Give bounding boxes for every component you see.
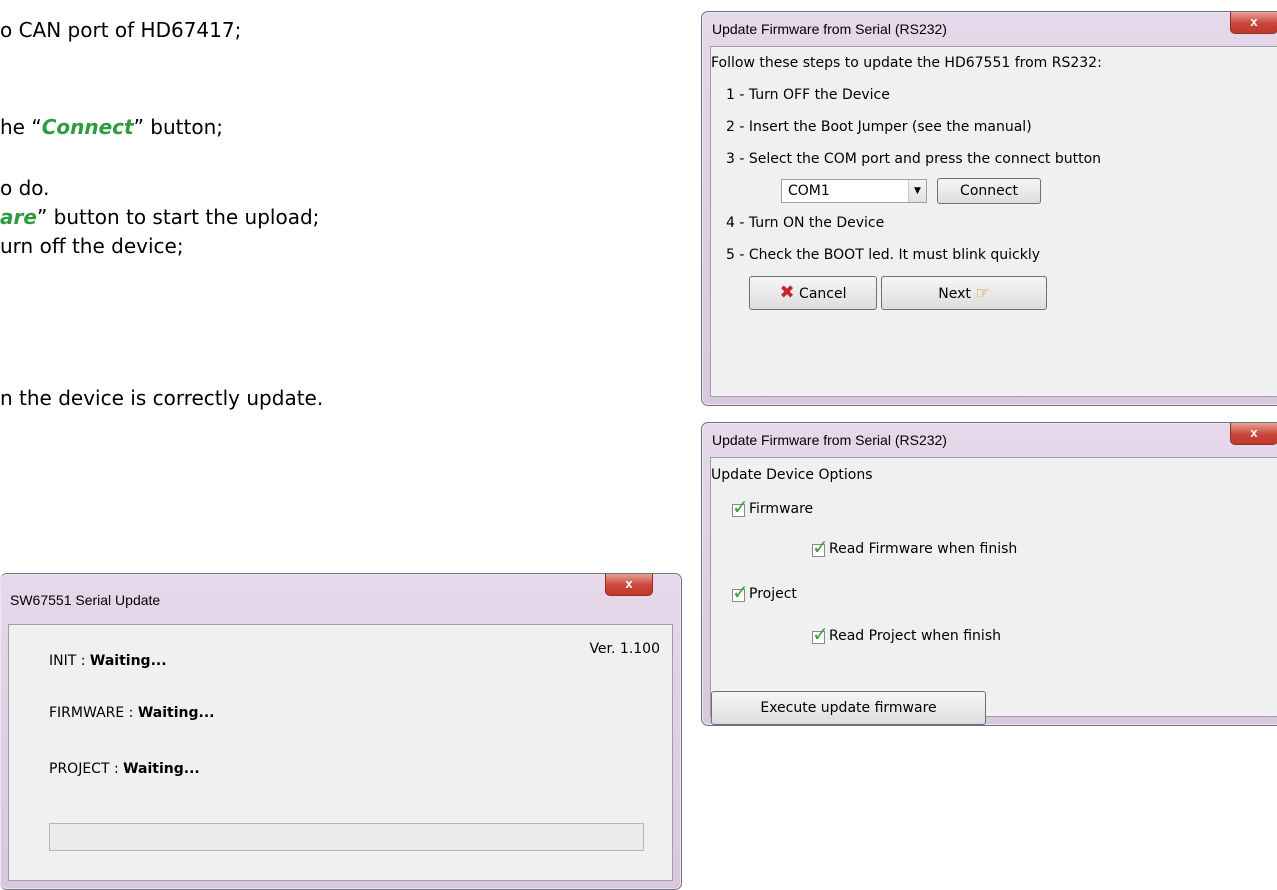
progress-bar bbox=[49, 823, 644, 851]
init-label: INIT : bbox=[49, 653, 90, 669]
read-project-checkbox[interactable]: ✓ bbox=[812, 624, 829, 644]
doc-line-3: o do. bbox=[0, 176, 50, 200]
doc-line-2: he “Connect” button; bbox=[0, 115, 223, 139]
firmware-row: FIRMWARE : Waiting... bbox=[49, 705, 214, 721]
close-icon: x bbox=[1250, 425, 1258, 440]
window-body: Follow these steps to update the HD67551… bbox=[710, 46, 1277, 397]
pointing-hand-icon: ☞ bbox=[975, 283, 990, 302]
doc-line-2-highlight: Connect bbox=[41, 115, 134, 139]
com-port-select[interactable]: COM1 ▼ bbox=[781, 179, 927, 203]
connect-button[interactable]: Connect bbox=[937, 178, 1041, 204]
check-icon: ✓ bbox=[812, 535, 829, 559]
project-checkbox[interactable]: ✓ bbox=[732, 582, 749, 602]
close-button[interactable]: x bbox=[1230, 12, 1277, 34]
firmware-label: FIRMWARE : bbox=[49, 705, 138, 721]
firmware-status: Waiting... bbox=[137, 705, 215, 721]
next-label: Next bbox=[938, 286, 971, 302]
read-project-label: Read Project when finish bbox=[829, 628, 1001, 644]
next-button[interactable]: Next ☞ bbox=[881, 276, 1047, 310]
serial-update-window: SW67551 Serial Update x Ver. 1.100 INIT … bbox=[0, 573, 682, 890]
doc-line-2-post: ” button; bbox=[133, 115, 224, 139]
doc-line-4: are” button to start the upload; bbox=[0, 205, 319, 229]
project-row: PROJECT : Waiting... bbox=[49, 761, 200, 777]
window-body: Update Device Options ✓ Firmware ✓ Read … bbox=[710, 457, 1277, 725]
close-icon: x bbox=[1250, 14, 1258, 29]
cancel-button[interactable]: ✖ Cancel bbox=[749, 276, 877, 310]
window-title: Update Firmware from Serial (RS232) bbox=[712, 432, 947, 448]
window-title: Update Firmware from Serial (RS232) bbox=[712, 21, 947, 37]
init-row: INIT : Waiting... bbox=[49, 653, 167, 669]
step-5: 5 - Check the BOOT led. It must blink qu… bbox=[726, 247, 1041, 263]
project-status: Waiting... bbox=[123, 761, 200, 777]
init-status: Waiting... bbox=[89, 653, 167, 669]
doc-line-4-post: ” button to start the upload; bbox=[36, 205, 320, 229]
window-title: SW67551 Serial Update bbox=[10, 592, 161, 608]
execute-update-button[interactable]: Execute update firmware bbox=[711, 691, 986, 725]
title-bar[interactable]: SW67551 Serial Update x bbox=[0, 574, 681, 608]
doc-line-4-highlight: are bbox=[0, 205, 37, 229]
options-heading: Update Device Options bbox=[711, 467, 873, 483]
check-icon: ✓ bbox=[732, 580, 749, 604]
step-1: 1 - Turn OFF the Device bbox=[726, 87, 890, 103]
project-label: Project bbox=[749, 586, 797, 602]
chevron-down-icon[interactable]: ▼ bbox=[908, 180, 926, 202]
update-options-window: Update Firmware from Serial (RS232) x Up… bbox=[701, 422, 1277, 726]
firmware-label: Firmware bbox=[749, 501, 814, 517]
doc-line-2-pre: he “ bbox=[0, 115, 42, 139]
read-firmware-checkbox[interactable]: ✓ bbox=[812, 537, 829, 557]
firmware-checkbox[interactable]: ✓ bbox=[732, 497, 749, 517]
check-icon: ✓ bbox=[812, 622, 829, 646]
step-4: 4 - Turn ON the Device bbox=[726, 215, 885, 231]
check-icon: ✓ bbox=[732, 495, 749, 519]
com-port-value: COM1 bbox=[788, 183, 830, 199]
close-icon: x bbox=[625, 576, 633, 591]
intro-text: Follow these steps to update the HD67551… bbox=[711, 55, 1102, 71]
cancel-label: Cancel bbox=[799, 286, 847, 302]
step-3: 3 - Select the COM port and press the co… bbox=[726, 151, 1102, 167]
title-bar[interactable]: Update Firmware from Serial (RS232) x bbox=[702, 12, 1277, 46]
window-body: Ver. 1.100 INIT : Waiting... FIRMWARE : … bbox=[8, 624, 673, 881]
cancel-x-icon: ✖ bbox=[779, 282, 795, 303]
doc-line-6: n the device is correctly update. bbox=[0, 386, 324, 410]
close-button[interactable]: x bbox=[1230, 423, 1277, 445]
step-2: 2 - Insert the Boot Jumper (see the manu… bbox=[726, 119, 1032, 135]
version-label: Ver. 1.100 bbox=[589, 641, 660, 657]
doc-line-1: o CAN port of HD67417; bbox=[0, 18, 242, 42]
read-firmware-label: Read Firmware when finish bbox=[829, 541, 1018, 557]
project-label: PROJECT : bbox=[49, 761, 124, 777]
title-bar[interactable]: Update Firmware from Serial (RS232) x bbox=[702, 423, 1277, 457]
doc-line-5: urn off the device; bbox=[0, 234, 184, 258]
close-button[interactable]: x bbox=[605, 574, 653, 596]
update-steps-window: Update Firmware from Serial (RS232) x Fo… bbox=[701, 11, 1277, 406]
